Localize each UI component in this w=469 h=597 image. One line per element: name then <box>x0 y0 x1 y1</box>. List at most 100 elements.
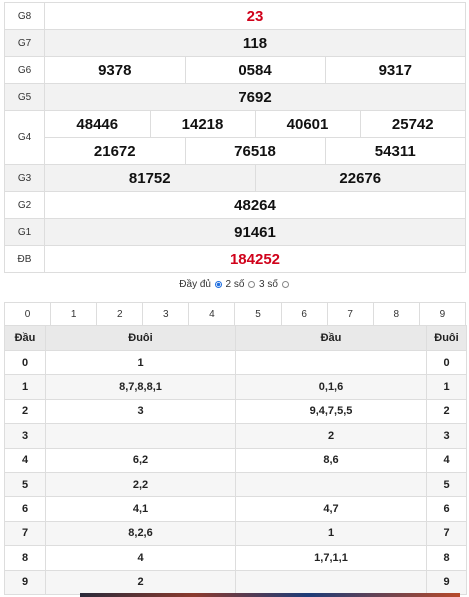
digit-filter-row: 0 1 2 3 4 5 6 7 8 9 <box>3 302 467 326</box>
prize-label-g4: G4 <box>4 110 45 165</box>
row-head: 0 <box>4 349 46 376</box>
loto-head-tail-table: Đầu Đuôi Đầu Đuôi 0 1 0 1 8,7,8,8,1 0,1,… <box>4 325 467 595</box>
table-row: 4 6,2 8,6 4 <box>4 447 467 473</box>
digit-filter-2[interactable]: 2 <box>96 302 144 326</box>
radio-full[interactable] <box>281 281 289 288</box>
row-tail-2: 0 <box>426 349 467 376</box>
table-row: 1 8,7,8,8,1 0,1,6 1 <box>4 374 467 400</box>
row-head: 9 <box>4 569 46 595</box>
option-two-digits-label[interactable]: 2 số <box>226 279 245 290</box>
prize-label-g8: G8 <box>4 2 45 30</box>
prize-label-g1: G1 <box>4 218 45 246</box>
prize-g3-cell: 81752 22676 <box>44 164 466 192</box>
digit-filter-4[interactable]: 4 <box>188 302 236 326</box>
prize-label-g5: G5 <box>4 83 45 111</box>
radio-three-digits[interactable] <box>248 281 256 288</box>
row-head-2: 2 <box>235 423 427 449</box>
prize-number-g4: 25742 <box>359 111 465 137</box>
row-head-2: 4,7 <box>235 496 427 522</box>
table-row: 2 3 9,4,7,5,5 2 <box>4 398 467 425</box>
prize-number-g2: 48264 <box>44 191 466 219</box>
prize-label-special: ĐB <box>4 245 45 273</box>
row-head: 6 <box>4 496 46 522</box>
row-head: 7 <box>4 520 46 547</box>
prize-number-g1: 91461 <box>44 218 466 246</box>
row-tail-2: 7 <box>426 520 467 547</box>
prize-number-g4: 76518 <box>184 137 325 164</box>
digit-filter-1[interactable]: 1 <box>50 302 98 326</box>
row-head-2: 1 <box>235 520 427 547</box>
digit-filter-9[interactable]: 9 <box>418 302 467 326</box>
row-tail: 4,1 <box>45 496 236 522</box>
row-tail: 4 <box>45 545 236 571</box>
row-tail: 2,2 <box>45 471 236 498</box>
row-head: 8 <box>4 545 46 571</box>
row-tail-2: 2 <box>426 398 467 425</box>
prize-number-g6: 0584 <box>184 57 325 83</box>
row-head-2 <box>235 471 427 498</box>
digit-filter-6[interactable]: 6 <box>280 302 328 326</box>
row-tail: 8,7,8,8,1 <box>45 374 236 400</box>
row-tail: 2 <box>45 569 236 595</box>
table-row: 5 2,2 5 <box>4 471 467 498</box>
option-full-label[interactable]: Đầy đủ <box>179 279 211 290</box>
table-row: 0 1 0 <box>4 349 467 376</box>
prize-number-special: 184252 <box>44 245 466 273</box>
table-row: 7 8,2,6 1 7 <box>4 520 467 547</box>
row-tail-2: 4 <box>426 447 467 473</box>
row-head: 2 <box>4 398 46 425</box>
row-head: 3 <box>4 423 46 449</box>
prize-number-g4: 54311 <box>324 137 465 164</box>
header-tail: Đuôi <box>45 325 236 351</box>
prize-number-g4: 21672 <box>93 142 136 160</box>
digit-filter-0[interactable]: 0 <box>3 302 52 326</box>
digit-filter-3[interactable]: 3 <box>142 302 190 326</box>
row-tail <box>45 423 236 449</box>
digit-filter-5[interactable]: 5 <box>234 302 282 326</box>
row-head-2 <box>235 569 427 595</box>
row-head: 5 <box>4 471 46 498</box>
row-tail-2: 9 <box>426 569 467 595</box>
banner-image-edge <box>80 593 460 597</box>
row-head-2: 8,6 <box>235 447 427 473</box>
prize-label-g3: G3 <box>4 164 45 192</box>
prize-number-g6: 9378 <box>98 61 132 79</box>
row-head-2: 0,1,6 <box>235 374 427 400</box>
table-row: 9 2 9 <box>4 569 467 595</box>
prize-number-g5: 7692 <box>44 83 466 111</box>
prize-results-table: G8 23 G7 118 G6 9378 0584 9317 G5 7692 G… <box>4 2 466 273</box>
radio-two-digits[interactable] <box>214 281 222 288</box>
prize-number-g3: 22676 <box>254 165 465 191</box>
row-tail-2: 3 <box>426 423 467 449</box>
row-tail-2: 1 <box>426 374 467 400</box>
prize-g4-cell: 48446 14218 40601 25742 21672 76518 5431… <box>44 110 466 165</box>
prize-label-g7: G7 <box>4 29 45 57</box>
row-head-2: 9,4,7,5,5 <box>235 398 427 425</box>
row-tail-2: 6 <box>426 496 467 522</box>
prize-g6-cell: 9378 0584 9317 <box>44 56 466 84</box>
digit-filter-7[interactable]: 7 <box>326 302 374 326</box>
display-options: Đầy đủ 2 số 3 số <box>0 279 469 290</box>
prize-number-g6: 9317 <box>324 57 465 83</box>
row-head: 1 <box>4 374 46 400</box>
header-head: Đầu <box>4 325 46 351</box>
row-tail: 6,2 <box>45 447 236 473</box>
header-tail-2: Đuôi <box>426 325 467 351</box>
prize-number-g4: 14218 <box>149 111 255 137</box>
row-tail-2: 5 <box>426 471 467 498</box>
prize-number-g7: 118 <box>44 29 466 57</box>
table-row: 6 4,1 4,7 6 <box>4 496 467 522</box>
row-head: 4 <box>4 447 46 473</box>
prize-number-g8: 23 <box>44 2 466 30</box>
row-tail-2: 8 <box>426 545 467 571</box>
prize-number-g3: 81752 <box>45 165 255 191</box>
digit-filter-8[interactable]: 8 <box>372 302 420 326</box>
prize-number-g4: 48446 <box>76 115 119 133</box>
row-tail: 8,2,6 <box>45 520 236 547</box>
option-three-digits-label[interactable]: 3 số <box>259 279 278 290</box>
table-row: 8 4 1,7,1,1 8 <box>4 545 467 571</box>
row-head-2 <box>235 349 427 376</box>
table-row: 3 2 3 <box>4 423 467 449</box>
header-head-2: Đầu <box>235 325 427 351</box>
row-tail: 1 <box>45 349 236 376</box>
